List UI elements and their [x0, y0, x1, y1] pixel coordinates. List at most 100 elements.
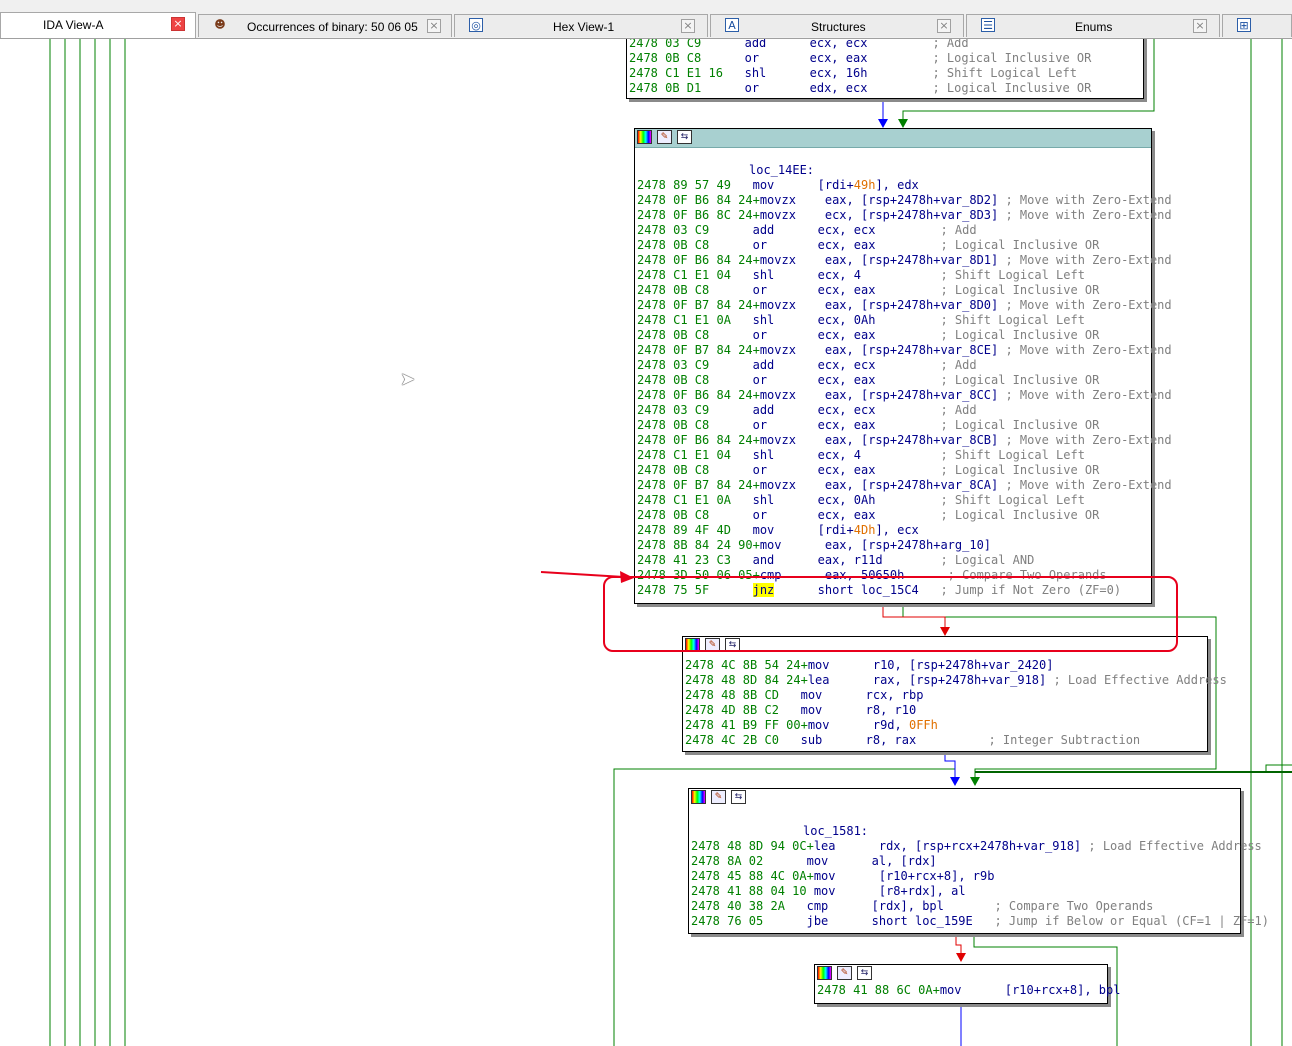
code-line[interactable]: 2478 0B C8 or ecx, eax ; Logical Inclusi… — [637, 283, 1149, 298]
instruction[interactable]: lea rax, [rsp+2478h+var_918] — [808, 673, 1054, 687]
block-label[interactable]: loc_1581: — [691, 824, 1238, 839]
code-line[interactable]: 2478 0F B6 84 24+movzx eax, [rsp+2478h+v… — [637, 433, 1172, 448]
code-line[interactable]: 2478 45 88 4C 0A+mov [r10+rcx+8], r9b — [691, 869, 1238, 884]
instruction[interactable]: sub r8, rax — [801, 733, 989, 747]
code-line[interactable]: 2478 03 C9 add ecx, ecx ; Add — [629, 39, 1141, 51]
instruction[interactable]: add ecx, ecx — [753, 403, 941, 417]
instruction[interactable]: or ecx, eax — [753, 373, 941, 387]
code-line[interactable]: 2478 0B C8 or ecx, eax ; Logical Inclusi… — [629, 51, 1141, 66]
instruction[interactable]: add ecx, ecx — [745, 39, 933, 50]
color-icon[interactable] — [691, 790, 706, 804]
code-line[interactable]: 2478 0F B6 84 24+movzx eax, [rsp+2478h+v… — [637, 253, 1172, 268]
tab-hex-view[interactable]: ◎ Hex View-1 × — [454, 14, 708, 37]
code-block-loc-14ee[interactable]: ✎ ⇆ loc_14EE: 2478 89 57 49 mov [rdi+49h]… — [634, 128, 1172, 604]
instruction[interactable]: or ecx, eax — [753, 283, 941, 297]
edit-icon[interactable]: ✎ — [657, 130, 672, 144]
code-line[interactable]: 2478 0B C8 or ecx, eax ; Logical Inclusi… — [637, 373, 1149, 388]
instruction[interactable]: mov r10, [rsp+2478h+var_2420] — [808, 658, 1054, 672]
graph-icon[interactable]: ⇆ — [857, 966, 872, 980]
color-icon[interactable] — [817, 966, 832, 980]
code-line[interactable]: 2478 C1 E1 0A shl ecx, 0Ah ; Shift Logic… — [637, 493, 1149, 508]
code-line[interactable]: 2478 40 38 2A cmp [rdx], bpl ; Compare T… — [691, 899, 1238, 914]
instruction[interactable]: or ecx, eax — [745, 51, 933, 65]
code-line[interactable]: 2478 0B D1 or edx, ecx ; Logical Inclusi… — [629, 81, 1141, 96]
code-line[interactable]: 2478 89 57 49 mov [rdi+49h], edx — [637, 178, 1149, 193]
code-line[interactable]: 2478 0F B6 84 24+movzx eax, [rsp+2478h+v… — [637, 193, 1172, 208]
code-line[interactable]: 2478 0F B6 84 24+movzx eax, [rsp+2478h+v… — [637, 388, 1172, 403]
instruction[interactable]: mov rcx, rbp — [801, 688, 924, 702]
close-icon[interactable]: × — [937, 19, 951, 33]
code-line[interactable]: 2478 4C 8B 54 24+mov r10, [rsp+2478h+var… — [685, 658, 1205, 673]
tab-ida-view-a[interactable]: IDA View-A × — [0, 12, 196, 38]
instruction[interactable]: lea rdx, [rsp+rcx+2478h+var_918] — [814, 839, 1089, 853]
code-line[interactable]: 2478 41 88 6C 0A+mov [r10+rcx+8], bpl — [817, 983, 1120, 998]
tab-enums[interactable]: ☰ Enums × — [966, 14, 1220, 37]
code-block-bottom[interactable]: ✎ ⇆ 2478 41 88 6C 0A+mov [r10+rcx+8], bpl — [814, 964, 1120, 1004]
graph-icon[interactable]: ⇆ — [731, 790, 746, 804]
instruction[interactable]: mov [rdi+4Dh], ecx — [753, 523, 919, 537]
instruction[interactable]: mov eax, [rsp+2478h+arg_10] — [760, 538, 991, 552]
instruction[interactable]: shl ecx, 4 — [753, 448, 941, 462]
code-line[interactable]: 2478 C1 E1 04 shl ecx, 4 ; Shift Logical… — [637, 268, 1149, 283]
color-icon[interactable] — [637, 130, 652, 144]
instruction[interactable]: shl ecx, 0Ah — [753, 313, 941, 327]
code-line[interactable]: 2478 0F B7 84 24+movzx eax, [rsp+2478h+v… — [637, 343, 1172, 358]
edit-icon[interactable]: ✎ — [711, 790, 726, 804]
code-line[interactable]: 2478 41 B9 FF 00+mov r9d, 0FFh — [685, 718, 1205, 733]
instruction[interactable]: shl ecx, 4 — [753, 268, 941, 282]
instruction[interactable]: movzx eax, [rsp+2478h+var_8CA] — [760, 478, 1006, 492]
code-line[interactable]: 2478 0B C8 or ecx, eax ; Logical Inclusi… — [637, 238, 1149, 253]
instruction[interactable]: add ecx, ecx — [753, 358, 941, 372]
instruction[interactable]: and eax, r11d — [753, 553, 941, 567]
code-line[interactable]: 2478 4D 8B C2 mov r8, r10 — [685, 703, 1205, 718]
instruction[interactable]: movzx eax, [rsp+2478h+var_8D0] — [760, 298, 1006, 312]
instruction[interactable]: mov al, [rdx] — [807, 854, 937, 868]
instruction[interactable]: mov r9d, 0FFh — [808, 718, 938, 732]
edit-icon[interactable]: ✎ — [837, 966, 852, 980]
instruction[interactable]: cmp [rdx], bpl — [807, 899, 995, 913]
code-line[interactable]: 2478 41 88 04 10 mov [r8+rdx], al — [691, 884, 1238, 899]
instruction[interactable]: shl ecx, 16h — [745, 66, 933, 80]
code-line[interactable]: 2478 03 C9 add ecx, ecx ; Add — [637, 223, 1149, 238]
code-line[interactable]: 2478 0F B7 84 24+movzx eax, [rsp+2478h+v… — [637, 478, 1172, 493]
code-line[interactable]: 2478 03 C9 add ecx, ecx ; Add — [637, 403, 1149, 418]
instruction[interactable]: mov [r10+rcx+8], bpl — [940, 983, 1121, 997]
graph-view[interactable]: 2478 03 C9 add ecx, ecx ; Add 2478 0B C8 … — [0, 39, 1292, 1046]
code-line[interactable]: 2478 0F B6 8C 24+movzx ecx, [rsp+2478h+v… — [637, 208, 1172, 223]
code-line[interactable]: 2478 48 8D 84 24+lea rax, [rsp+2478h+var… — [685, 673, 1227, 688]
code-line[interactable]: 2478 48 8B CD mov rcx, rbp — [685, 688, 1205, 703]
code-line[interactable]: 2478 0B C8 or ecx, eax ; Logical Inclusi… — [637, 328, 1149, 343]
instruction[interactable]: or edx, ecx — [745, 81, 933, 95]
instruction[interactable]: mov r8, r10 — [801, 703, 917, 717]
code-line[interactable]: 2478 03 C9 add ecx, ecx ; Add — [637, 358, 1149, 373]
instruction[interactable]: movzx eax, [rsp+2478h+var_8CC] — [760, 388, 1006, 402]
code-line[interactable]: 2478 0F B7 84 24+movzx eax, [rsp+2478h+v… — [637, 298, 1172, 313]
instruction[interactable]: movzx eax, [rsp+2478h+var_8D2] — [760, 193, 1006, 207]
tab-more[interactable]: ⊞ — [1222, 14, 1292, 37]
instruction[interactable]: or ecx, eax — [753, 463, 941, 477]
instruction[interactable]: or ecx, eax — [753, 238, 941, 252]
code-line[interactable]: 2478 89 4F 4D mov [rdi+4Dh], ecx — [637, 523, 1149, 538]
tab-structures[interactable]: A Structures × — [710, 14, 964, 37]
code-block-middle[interactable]: ✎ ⇆ 2478 4C 8B 54 24+mov r10, [rsp+2478h+… — [682, 636, 1227, 752]
instruction[interactable]: movzx eax, [rsp+2478h+var_8CE] — [760, 343, 1006, 357]
block-label[interactable]: loc_14EE: — [637, 163, 1149, 178]
code-line[interactable]: 2478 8B 84 24 90+mov eax, [rsp+2478h+arg… — [637, 538, 1149, 553]
close-icon[interactable]: × — [427, 19, 441, 33]
code-line[interactable]: 2478 8A 02 mov al, [rdx] — [691, 854, 1238, 869]
instruction[interactable]: mov [r8+rdx], al — [814, 884, 966, 898]
instruction[interactable]: or ecx, eax — [753, 418, 941, 432]
code-line[interactable]: 2478 76 05 jbe short loc_159E ; Jump if … — [691, 914, 1269, 929]
instruction[interactable]: or ecx, eax — [753, 508, 941, 522]
code-line[interactable]: 2478 0B C8 or ecx, eax ; Logical Inclusi… — [637, 418, 1149, 433]
instruction[interactable]: shl ecx, 0Ah — [753, 493, 941, 507]
code-line[interactable]: 2478 C1 E1 0A shl ecx, 0Ah ; Shift Logic… — [637, 313, 1149, 328]
instruction[interactable]: mov [r10+rcx+8], r9b — [814, 869, 995, 883]
graph-icon[interactable]: ⇆ — [677, 130, 692, 144]
instruction[interactable]: jbe short loc_159E — [807, 914, 995, 928]
code-line[interactable]: 2478 48 8D 94 0C+lea rdx, [rsp+rcx+2478h… — [691, 839, 1262, 854]
code-line[interactable]: 2478 C1 E1 04 shl ecx, 4 ; Shift Logical… — [637, 448, 1149, 463]
close-icon[interactable]: × — [1193, 19, 1207, 33]
instruction[interactable]: mov [rdi+49h], edx — [753, 178, 919, 192]
code-line[interactable]: 2478 4C 2B C0 sub r8, rax ; Integer Subt… — [685, 733, 1205, 748]
